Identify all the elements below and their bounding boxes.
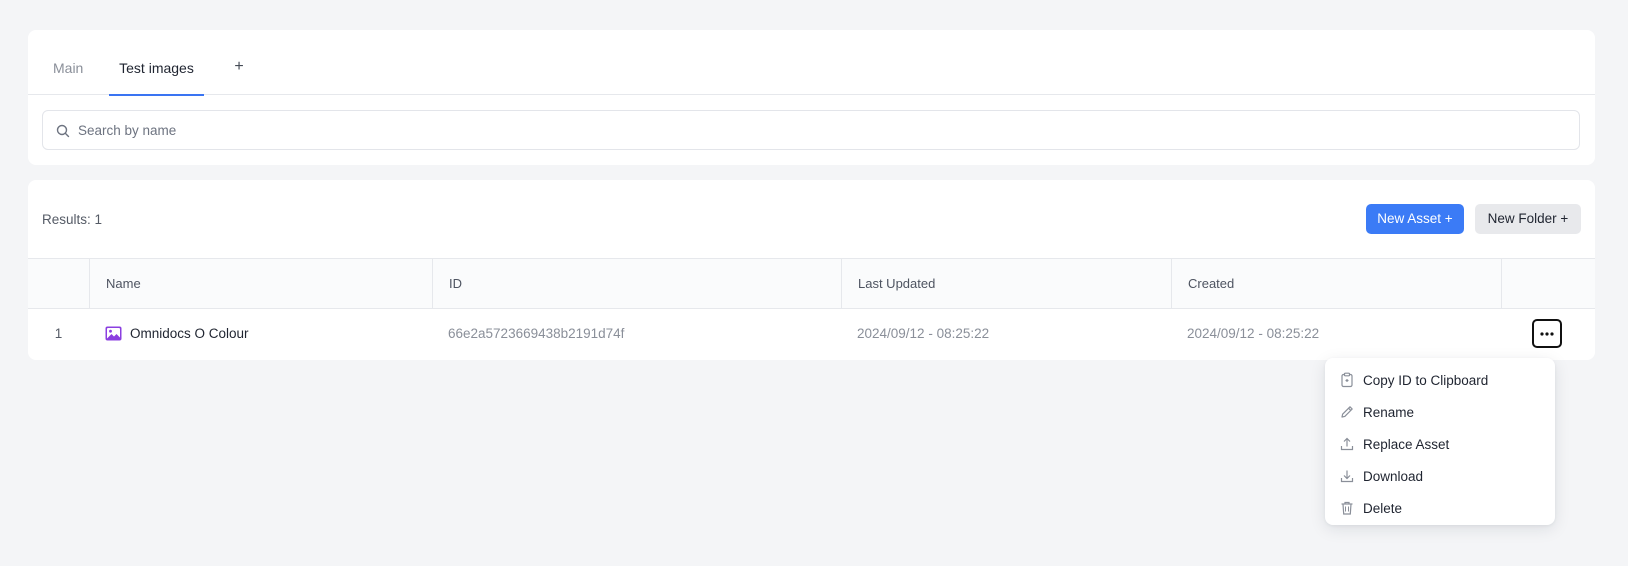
column-header-last-updated[interactable]: Last Updated <box>841 259 1171 308</box>
upload-icon <box>1340 437 1354 451</box>
more-actions-button[interactable] <box>1532 319 1562 348</box>
search-input[interactable] <box>78 112 1558 148</box>
menu-item-label: Copy ID to Clipboard <box>1363 372 1489 388</box>
menu-item-rename[interactable]: Rename <box>1325 396 1555 428</box>
results-count: Results: 1 <box>42 212 103 227</box>
image-icon <box>105 326 122 341</box>
row-last-updated: 2024/09/12 - 08:25:22 <box>857 326 990 341</box>
assets-table: Name ID Last Updated Created 1 Omnidocs … <box>28 258 1595 358</box>
menu-item-label: Replace Asset <box>1363 436 1450 452</box>
menu-item-label: Download <box>1363 468 1424 484</box>
row-id: 66e2a5723669438b2191d74f <box>448 326 625 341</box>
search-box <box>42 110 1580 150</box>
search-icon <box>56 124 70 138</box>
table-header: Name ID Last Updated Created <box>28 258 1595 309</box>
new-asset-button[interactable]: New Asset + <box>1366 204 1464 234</box>
table-row[interactable]: 1 Omnidocs O Colour 66e2a5723669438b2191… <box>28 309 1595 358</box>
row-name: Omnidocs O Colour <box>130 326 249 341</box>
column-header-actions <box>1501 259 1595 308</box>
menu-item-label: Delete <box>1363 500 1403 516</box>
row-name-cell[interactable]: Omnidocs O Colour <box>105 309 249 358</box>
menu-item-download[interactable]: Download <box>1325 460 1555 492</box>
tabs-search-panel: Main Test images + <box>28 30 1595 165</box>
more-horizontal-icon <box>1540 331 1554 336</box>
trash-icon <box>1341 501 1353 515</box>
column-header-name[interactable]: Name <box>89 259 432 308</box>
menu-item-copy-id[interactable]: Copy ID to Clipboard <box>1325 364 1555 396</box>
table-body: 1 Omnidocs O Colour 66e2a5723669438b2191… <box>28 309 1595 358</box>
results-panel: Results: 1 New Asset + New Folder + Name… <box>28 180 1595 360</box>
menu-item-label: Rename <box>1363 404 1415 420</box>
row-created: 2024/09/12 - 08:25:22 <box>1187 326 1320 341</box>
row-actions-menu: Copy ID to Clipboard Rename Replace Asse… <box>1325 358 1555 525</box>
new-folder-button[interactable]: New Folder + <box>1475 204 1581 234</box>
add-tab-button[interactable]: + <box>231 30 247 95</box>
tab-bar: Main Test images + <box>28 30 1595 96</box>
clipboard-icon <box>1341 372 1353 388</box>
column-header-index <box>28 259 89 308</box>
column-header-id[interactable]: ID <box>432 259 841 308</box>
tab-main[interactable]: Main <box>53 30 83 95</box>
tab-test-images[interactable]: Test images <box>109 30 204 96</box>
download-icon <box>1340 470 1354 483</box>
row-index: 1 <box>54 326 63 341</box>
menu-item-delete[interactable]: Delete <box>1325 492 1555 524</box>
menu-item-replace-asset[interactable]: Replace Asset <box>1325 428 1555 460</box>
pencil-icon <box>1341 406 1353 418</box>
column-header-created[interactable]: Created <box>1171 259 1501 308</box>
